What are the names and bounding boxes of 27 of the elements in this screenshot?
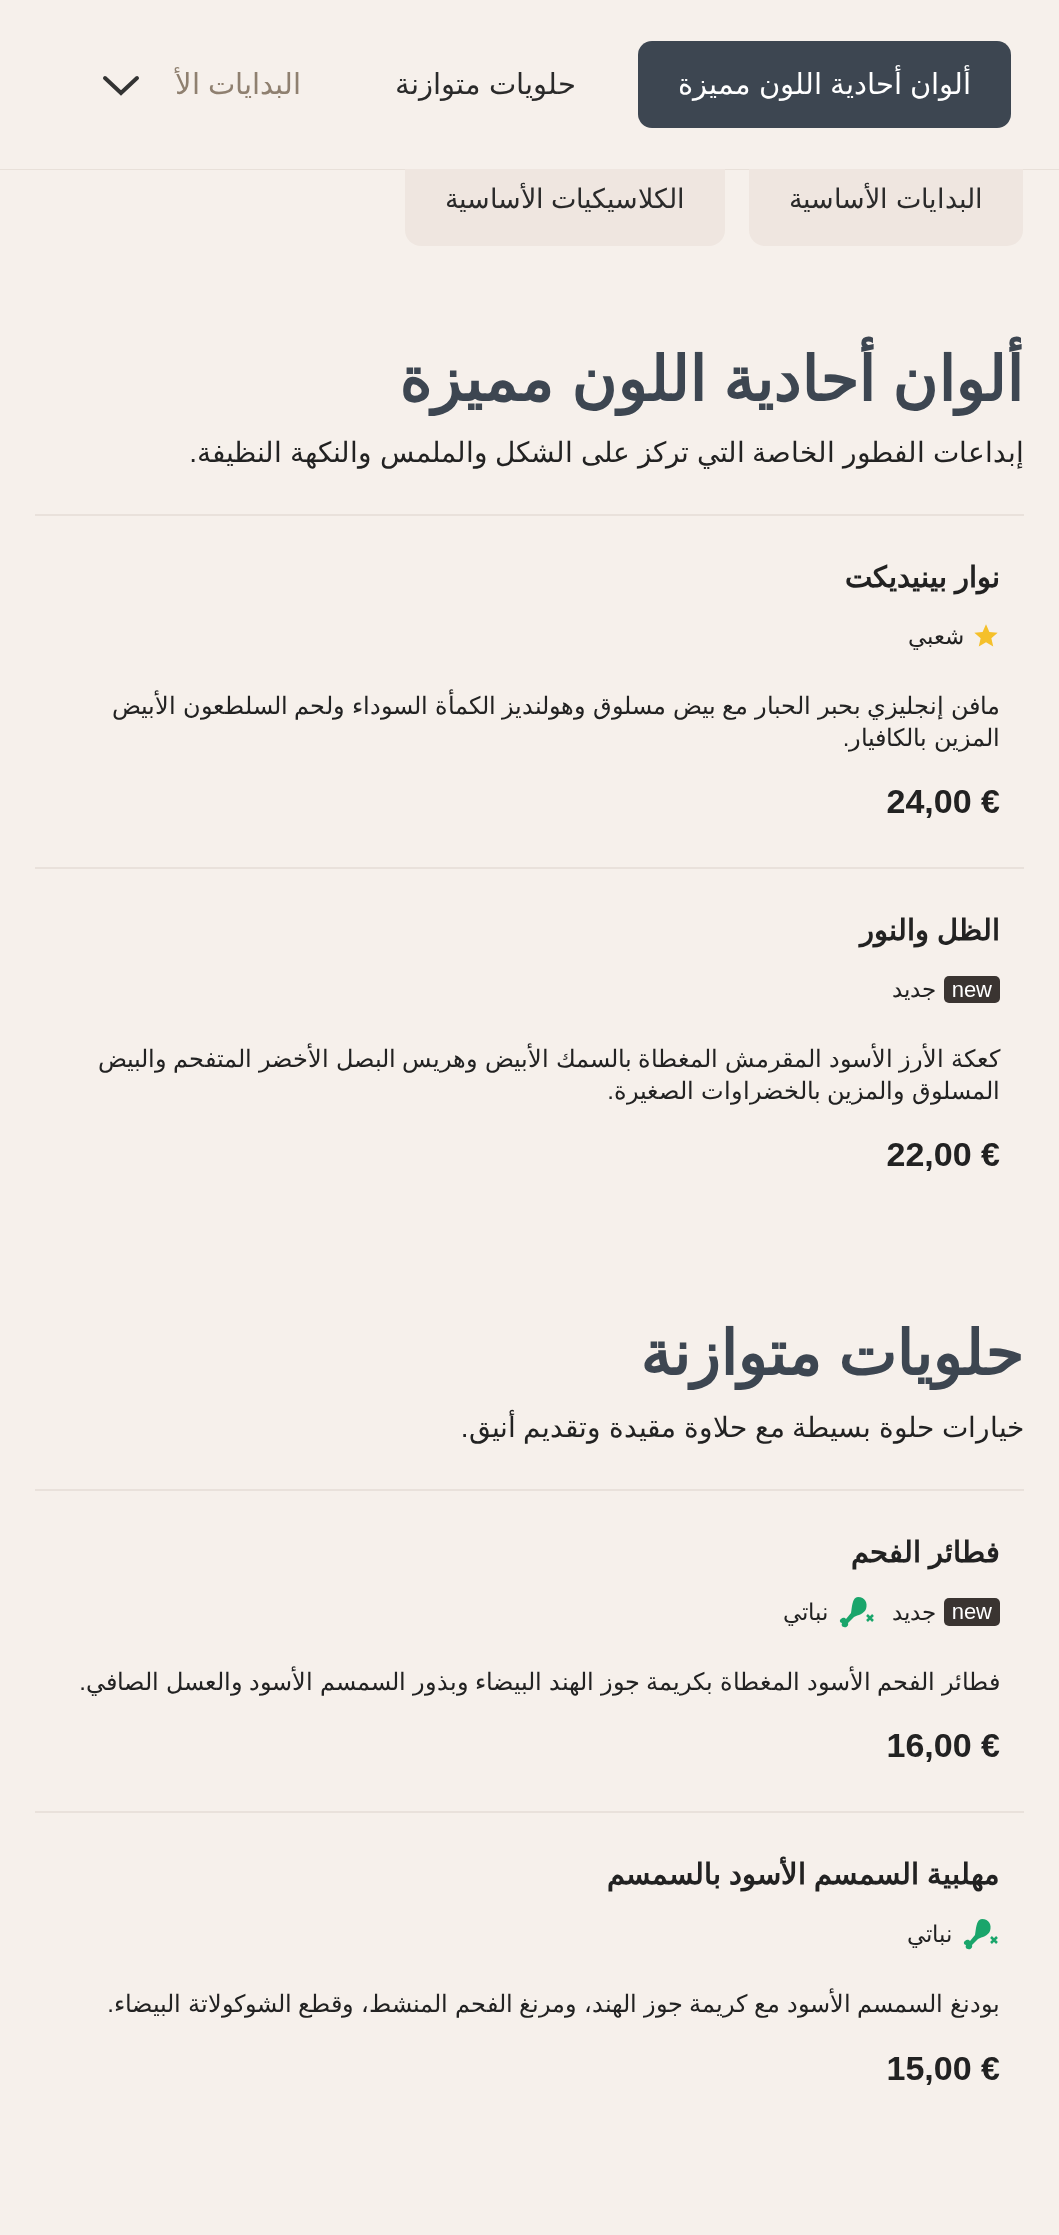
price: 16,00 € [885,1725,1000,1767]
tag-label: جديد [891,975,936,1005]
section-description: خيارات حلوة بسيطة مع حلاوة مقيدة وتقديم أنيق. [35,1407,1024,1450]
dish-name: فطائر الفحم [849,1535,1000,1571]
subcategory-tab[interactable]: الكلاسيكيات الأساسية [404,169,726,246]
new-badge: new [943,1598,1000,1626]
section-description: إبداعات الفطور الخاصة التي تركز على الشكل والملمس والنكهة النظيفة. [188,436,1024,471]
tag-label: نباتي [907,1920,952,1950]
dish-description: بودنغ السمسم الأسود مع كريمة جوز الهند، ومرنغ الفحم المنشط، وقطع الشوكولاتة البيضاء. [106,1988,1000,2020]
subcategory-tab[interactable]: البدايات الأساسية [749,169,1023,246]
tag-label: نباتي [782,1597,828,1628]
tag-label: جديد [891,1597,936,1627]
dish-name: مهلبية السمسم الأسود بالسمسم [605,1857,1000,1893]
section-heading: حلويات متوازنة [639,1317,1024,1392]
dish-name: نوار بينيديكت [843,560,1000,596]
category-tab[interactable]: حلويات متوازنة [362,40,608,129]
dish-name: الظل والنور [857,913,1000,949]
section-heading: ألوان أحادية اللون مميزة [35,335,1024,423]
tag-label: شعبي [908,622,964,652]
price: 22,00 € [885,1134,1000,1176]
price: 24,00 € [885,781,1000,823]
dish-description: مافن إنجليزي بحبر الحبار مع بيض مسلوق وهولنديز الكمأة السوداء ولحم السلطعون الأبيض المزين بالكافيار. [111,689,1000,754]
dish-description: فطائر الفحم الأسود المغطاة بكريمة جوز الهند البيضاء وبذور السمسم الأسود والعسل الصافي. [78,1666,1000,1698]
category-tab[interactable]: ألوان أحادية اللون مميزة [637,40,1011,129]
price: 15,00 € [885,2047,1000,2089]
new-badge: new [943,975,1000,1004]
dish-description: كعكة الأرز الأسود المقرمش المغطاة بالسمك الأبيض وهريس البصل الأخضر المتفحم والبيض المسلوق والمزين بالخضراوات الصغيرة. [96,1042,1000,1107]
